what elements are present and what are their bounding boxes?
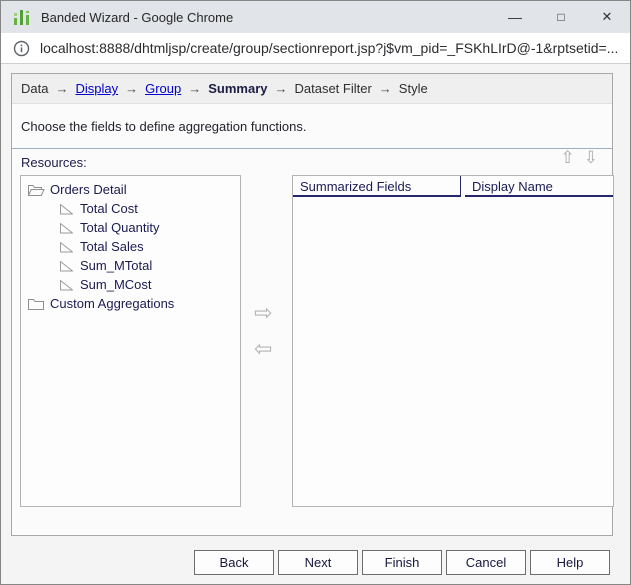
table-header: Summarized Fields Display Name [293,176,613,197]
breadcrumb-step-display[interactable]: Display [75,81,118,96]
breadcrumb-arrow-icon: → [55,81,68,96]
tree-item-sum-mtotal[interactable]: Sum_MTotal [21,256,240,275]
summary-field-icon [56,259,75,273]
tree-item-label: Total Quantity [80,220,160,235]
tree-item-total-sales[interactable]: Total Sales [21,237,240,256]
cancel-button[interactable]: Cancel [446,550,526,575]
breadcrumb-arrow-icon: → [274,81,287,96]
minimize-button[interactable]: — [492,1,538,33]
breadcrumb-arrow-icon: → [125,81,138,96]
help-button[interactable]: Help [530,550,610,575]
breadcrumb-step-style: Style [399,81,428,96]
tree-item-label: Sum_MCost [80,277,152,292]
move-up-down-group: ⇧ ⇩ [561,149,599,166]
column-header-display-name: Display Name [465,176,613,197]
summary-field-icon [56,202,75,216]
folder-open-icon [26,183,45,197]
resources-label: Resources: [21,155,87,170]
column-header-summarized-fields: Summarized Fields [293,176,461,197]
breadcrumb-step-summary: Summary [208,81,267,96]
window-title: Banded Wizard - Google Chrome [41,10,233,25]
summary-table: Summarized Fields Display Name [292,175,614,507]
tree-item-total-cost[interactable]: Total Cost [21,199,240,218]
close-button[interactable]: ✕ [584,1,630,33]
browser-window: Banded Wizard - Google Chrome — □ ✕ loca… [0,0,631,585]
window-controls: — □ ✕ [492,1,630,33]
address-bar: localhost:8888/dhtmljsp/create/group/sec… [1,33,630,64]
summary-field-icon [56,240,75,254]
tree-item-custom-aggregations[interactable]: Custom Aggregations [21,294,240,313]
tree-item-sum-mcost[interactable]: Sum_MCost [21,275,240,294]
table-body [293,197,613,506]
move-up-button[interactable]: ⇧ [561,149,575,166]
tree-item-label: Total Cost [80,201,138,216]
instruction-text: Choose the fields to define aggregation … [12,104,612,149]
summary-field-icon [56,221,75,235]
move-down-button[interactable]: ⇩ [584,149,598,166]
summary-field-icon [56,278,75,292]
breadcrumb-arrow-icon: → [188,81,201,96]
breadcrumb-step-data: Data [21,81,48,96]
add-field-button[interactable]: ⇨ [254,302,272,324]
app-logo-icon [12,8,31,27]
tree-item-label: Custom Aggregations [50,296,174,311]
wizard-main: Resources: ⇧ ⇩ Orders Detail Total Cost To… [12,149,612,534]
maximize-button[interactable]: □ [538,1,584,33]
finish-button[interactable]: Finish [362,550,442,575]
tree-item-label: Orders Detail [50,182,127,197]
title-bar: Banded Wizard - Google Chrome — □ ✕ [1,1,630,33]
footer-buttons: BackNextFinishCancelHelp [194,550,610,575]
folder-closed-icon [26,297,45,311]
tree-item-label: Total Sales [80,239,144,254]
info-circle-icon [13,40,30,57]
tree-item-total-quantity[interactable]: Total Quantity [21,218,240,237]
page-info-button[interactable] [13,40,30,57]
next-button[interactable]: Next [278,550,358,575]
page-content: Data → Display → Group → Summary → Dataset Filte… [1,64,630,584]
wizard-dialog: Data → Display → Group → Summary → Dataset Filte… [11,73,613,536]
breadcrumb: Data → Display → Group → Summary → Dataset Filte… [12,74,612,104]
breadcrumb-step-dataset-filter: Dataset Filter [294,81,371,96]
resources-tree: Orders Detail Total Cost Total Quantity Tot… [20,175,241,507]
breadcrumb-step-group[interactable]: Group [145,81,181,96]
breadcrumb-arrow-icon: → [379,81,392,96]
url-text[interactable]: localhost:8888/dhtmljsp/create/group/sec… [40,40,618,56]
tree-item-orders-detail[interactable]: Orders Detail [21,180,240,199]
tree-item-label: Sum_MTotal [80,258,152,273]
remove-field-button[interactable]: ⇦ [254,338,272,360]
back-button[interactable]: Back [194,550,274,575]
